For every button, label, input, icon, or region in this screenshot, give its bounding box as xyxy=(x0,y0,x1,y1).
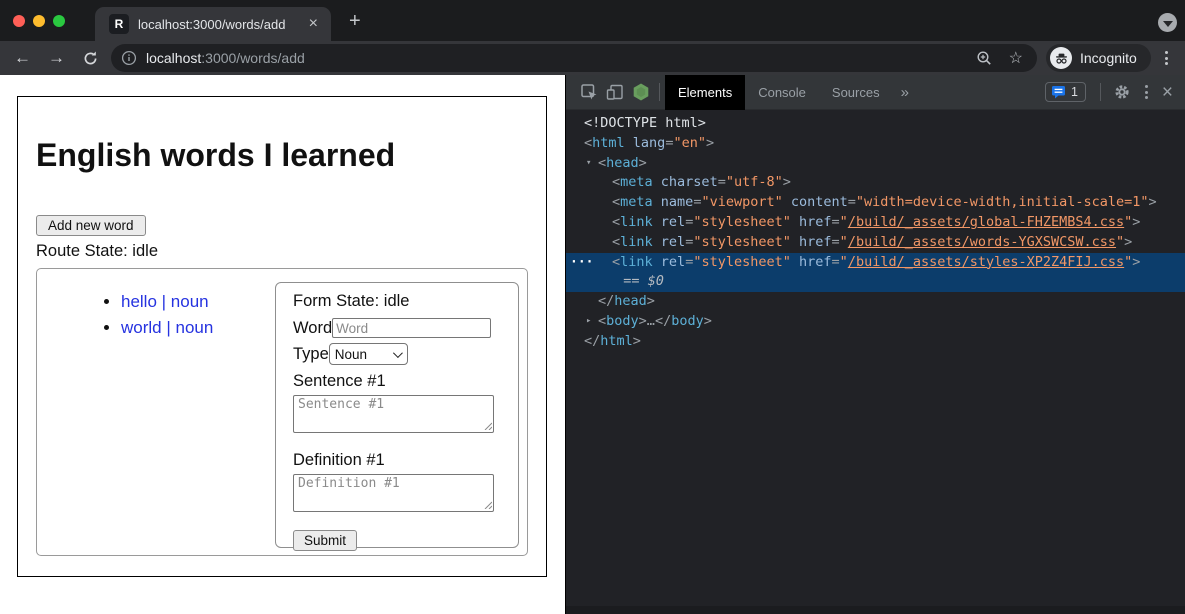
dom-tree-node[interactable]: <meta name="viewport" content="width=dev… xyxy=(566,193,1185,213)
submit-button[interactable]: Submit xyxy=(293,530,357,551)
browser-window: R localhost:3000/words/add × + ← → local… xyxy=(0,0,1185,614)
form-state-text: Form State: idle xyxy=(293,292,502,311)
dom-tree-node[interactable]: <html lang="en"> xyxy=(566,134,1185,154)
dom-tree-node[interactable]: <link rel="stylesheet" href="/build/_ass… xyxy=(566,213,1185,233)
route-state-text: Route State: idle xyxy=(36,242,158,261)
devtools-tab-console[interactable]: Console xyxy=(745,75,819,110)
collapse-arrow-icon[interactable]: ▸ xyxy=(586,312,591,332)
browser-update-icon[interactable] xyxy=(1158,13,1177,32)
word-link[interactable]: hello | noun xyxy=(121,292,209,311)
tab-title: localhost:3000/words/add xyxy=(138,17,306,32)
devtools-tab-sources[interactable]: Sources xyxy=(819,75,893,110)
browser-menu-button[interactable] xyxy=(1165,51,1168,65)
tab-close-icon[interactable]: × xyxy=(306,16,321,32)
remix-favicon-icon: R xyxy=(109,14,129,34)
tab-strip: R localhost:3000/words/add × + xyxy=(0,0,1185,41)
dom-tree-node[interactable]: ···<link rel="stylesheet" href="/build/_… xyxy=(566,253,1185,273)
incognito-badge: Incognito xyxy=(1046,44,1151,72)
dom-tree-node[interactable]: <!DOCTYPE html> xyxy=(566,114,1185,134)
url-host: localhost xyxy=(146,50,201,66)
elements-dom-tree: <!DOCTYPE html><html lang="en">▾<head><m… xyxy=(566,110,1185,614)
web-page: English words I learned Add new word Rou… xyxy=(0,75,565,614)
settings-gear-icon[interactable] xyxy=(1109,79,1135,105)
devtools-toolbar: ElementsConsoleSources » 1 × xyxy=(566,75,1185,110)
expand-arrow-icon[interactable]: ▾ xyxy=(586,154,591,174)
forward-button[interactable]: → xyxy=(48,48,65,68)
url-path: :3000/words/add xyxy=(201,50,305,66)
incognito-icon xyxy=(1050,47,1072,69)
minimize-window-button[interactable] xyxy=(33,15,45,27)
chevron-down-icon xyxy=(393,348,403,358)
url-text: localhost:3000/words/add xyxy=(146,50,305,66)
inspect-element-icon[interactable] xyxy=(576,79,602,105)
node-more-actions-adorner[interactable]: ··· xyxy=(570,253,593,273)
close-window-button[interactable] xyxy=(13,15,25,27)
word-label: Word xyxy=(293,319,332,338)
devtools-tab-elements[interactable]: Elements xyxy=(665,75,745,110)
dom-tree-node[interactable]: == $0 xyxy=(566,272,1185,292)
sentence-label: Sentence #1 xyxy=(293,372,502,391)
word-input[interactable] xyxy=(332,318,491,338)
back-button[interactable]: ← xyxy=(14,48,31,68)
bookmark-star-icon[interactable]: ☆ xyxy=(1009,48,1023,68)
fullscreen-window-button[interactable] xyxy=(53,15,65,27)
devtools-tabs: ElementsConsoleSources xyxy=(665,75,893,110)
definition-label: Definition #1 xyxy=(293,451,502,470)
zoom-page-icon[interactable] xyxy=(976,50,993,67)
word-link[interactable]: world | noun xyxy=(121,318,213,337)
reload-button[interactable] xyxy=(82,50,99,67)
browser-toolbar: ← → localhost:3000/words/add ☆ Incognito xyxy=(0,41,1185,75)
page-title: English words I learned xyxy=(36,137,395,174)
page-outer-box: English words I learned Add new word Rou… xyxy=(17,96,547,577)
devtools-bottom-edge xyxy=(566,606,1185,614)
more-tabs-button[interactable]: » xyxy=(893,84,917,101)
browser-tab[interactable]: R localhost:3000/words/add × xyxy=(95,7,331,41)
dom-tree-node[interactable]: <meta charset="utf-8"> xyxy=(566,173,1185,193)
device-toolbar-icon[interactable] xyxy=(602,79,628,105)
message-bubble-icon xyxy=(1051,85,1066,99)
type-label: Type xyxy=(293,345,329,364)
sentence-textarea[interactable] xyxy=(293,395,494,433)
dom-tree-node[interactable]: <link rel="stylesheet" href="/build/_ass… xyxy=(566,233,1185,253)
incognito-label: Incognito xyxy=(1080,50,1137,66)
words-container: hello | noun world | noun Form State: idl… xyxy=(36,268,528,556)
type-selected-value: Noun xyxy=(335,347,367,362)
dom-tree-node[interactable]: </head> xyxy=(566,292,1185,312)
dom-tree-node[interactable]: ▸<body>…</body> xyxy=(566,312,1185,332)
window-controls xyxy=(13,15,65,27)
dom-tree-node[interactable]: </html> xyxy=(566,332,1185,352)
add-new-word-button[interactable]: Add new word xyxy=(36,215,146,236)
devtools-menu-button[interactable] xyxy=(1145,85,1148,99)
new-tab-button[interactable]: + xyxy=(349,12,361,30)
node-devtools-icon[interactable] xyxy=(628,79,654,105)
down-arrow-icon xyxy=(1163,21,1173,27)
page-info-icon[interactable] xyxy=(121,50,137,66)
devtools-panel: ElementsConsoleSources » 1 × <!DOCTYPE h… xyxy=(565,75,1185,614)
devtools-close-icon[interactable]: × xyxy=(1160,83,1175,102)
definition-textarea[interactable] xyxy=(293,474,494,512)
address-bar[interactable]: localhost:3000/words/add ☆ xyxy=(111,44,1037,72)
issues-count: 1 xyxy=(1071,85,1078,99)
dom-tree-node[interactable]: ▾<head> xyxy=(566,154,1185,174)
type-select[interactable]: Noun xyxy=(329,343,408,365)
issues-counter[interactable]: 1 xyxy=(1045,82,1086,102)
add-word-form: Form State: idle Word Type Noun xyxy=(275,282,519,548)
